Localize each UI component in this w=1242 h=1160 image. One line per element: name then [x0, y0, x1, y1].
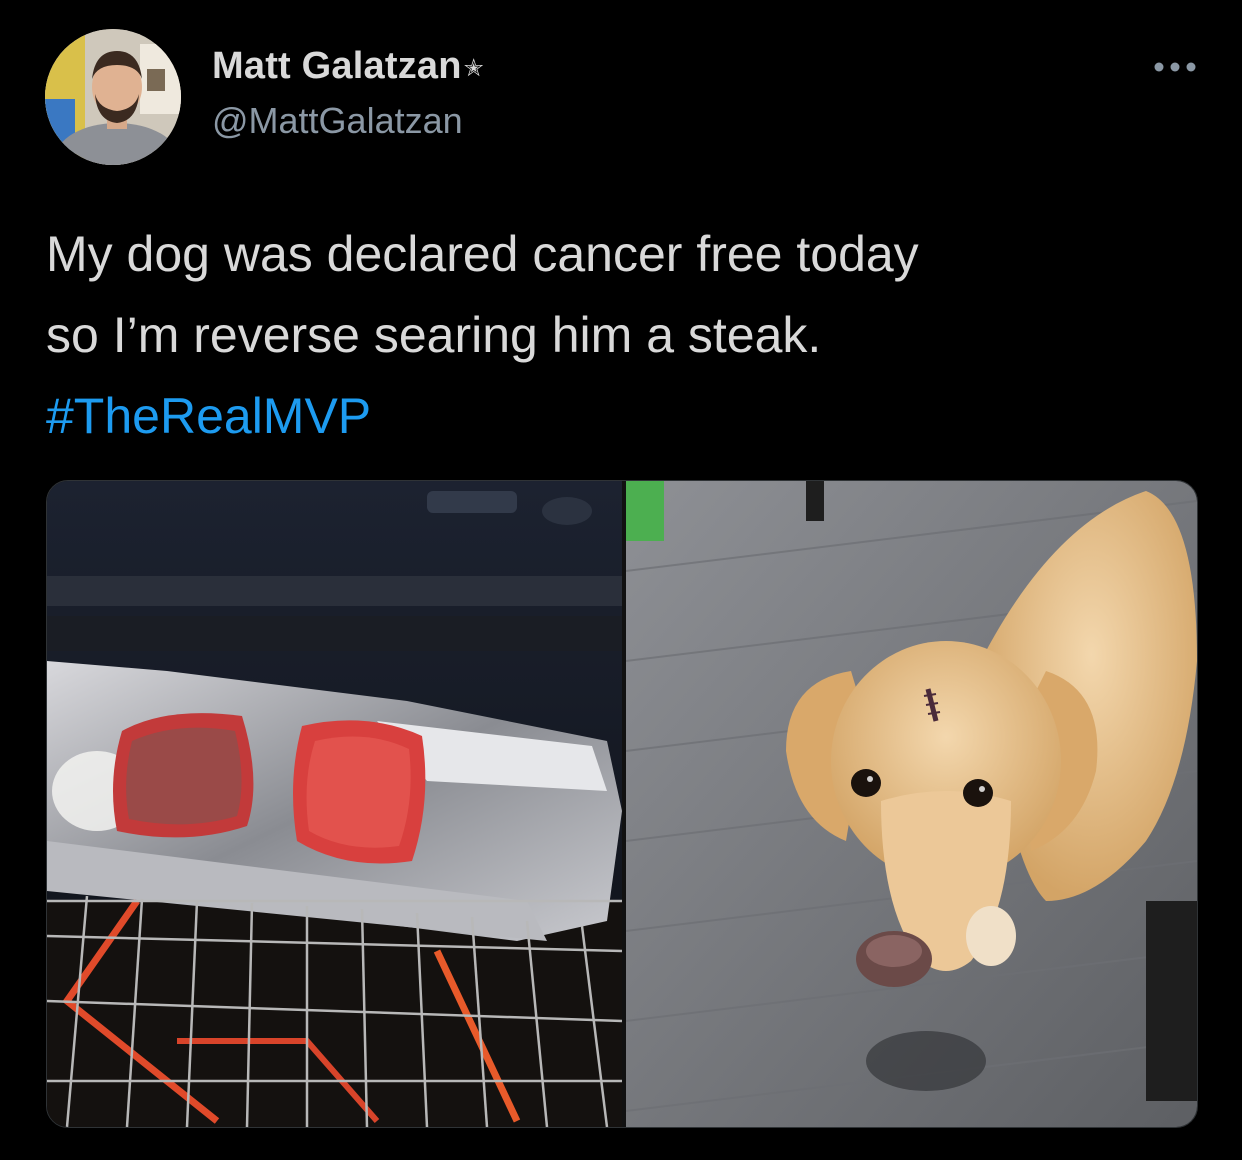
tweet: Matt Galatzan✭ @MattGalatzan My dog was … [0, 0, 1242, 1160]
user-handle[interactable]: @MattGalatzan [212, 100, 463, 142]
golden-retriever-image [626, 481, 1197, 1127]
golden-retriever-photo[interactable] [626, 481, 1197, 1127]
avatar[interactable] [45, 29, 181, 165]
hashtag-link[interactable]: #TheRealMVP [46, 376, 1206, 457]
tweet-text-line: so I’m reverse searing him a steak. [46, 307, 822, 363]
display-name-text: Matt Galatzan [212, 45, 462, 87]
tweet-text: My dog was declared cancer free today so… [46, 214, 1206, 457]
star-icon: ✭ [463, 55, 484, 82]
media-grid [46, 480, 1198, 1128]
steaks-in-oven-photo[interactable] [47, 481, 622, 1127]
display-name[interactable]: Matt Galatzan✭ [212, 45, 484, 88]
tweet-text-line: My dog was declared cancer free today [46, 226, 919, 282]
avatar-photo [45, 29, 181, 165]
more-horizontal-icon [1154, 62, 1196, 72]
steaks-in-oven-image [47, 481, 622, 1127]
more-options-button[interactable] [1145, 52, 1205, 82]
